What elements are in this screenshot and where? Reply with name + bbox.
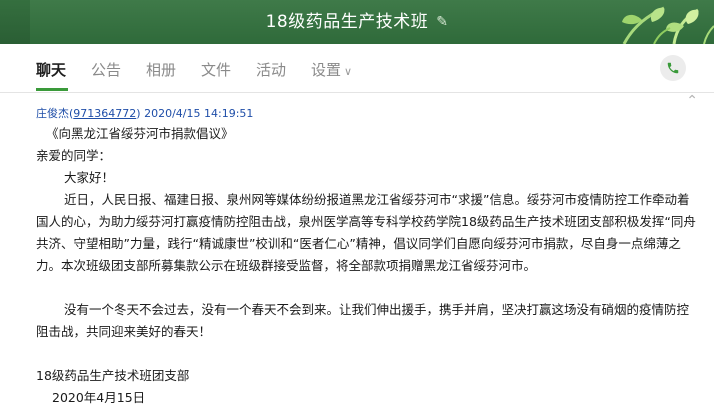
message-header: 庄俊杰(971364772) 2020/4/15 14:19:51 [36, 105, 253, 121]
message-signature: 18级药品生产技术班团支部 [36, 368, 190, 383]
message-greeting: 亲爱的同学： [36, 148, 112, 163]
sender-name[interactable]: 庄俊杰( [36, 107, 73, 120]
tab-files[interactable]: 文件 [201, 59, 231, 80]
tab-chat[interactable]: 聊天 [36, 59, 66, 80]
tab-announcement[interactable]: 公告 [91, 59, 121, 80]
pencil-icon[interactable]: ✎ [436, 0, 448, 44]
title-bar[interactable]: 18级药品生产技术班 ✎ [0, 0, 714, 44]
message-area[interactable]: ⌃ 庄俊杰(971364772) 2020/4/15 14:19:51 《向黑龙… [0, 93, 714, 416]
close-icon[interactable]: ⌃ [686, 93, 698, 109]
sender-close-paren: ) [136, 107, 141, 120]
message-title: 《向黑龙江省绥芬河市捐款倡议》 [46, 126, 234, 141]
message-date: 2020年4月15日 [52, 390, 146, 405]
call-button[interactable] [660, 55, 686, 81]
message-hello: 大家好！ [64, 170, 115, 185]
phone-icon [667, 62, 679, 74]
leaf-decoration-icon [622, 6, 714, 44]
sender-qq-link[interactable]: 971364772 [73, 107, 136, 120]
tab-album[interactable]: 相册 [146, 59, 176, 80]
message-paragraph-2: 没有一个冬天不会过去，没有一个春天不会到来。让我们伸出援手，携手并肩，坚决打赢这… [36, 302, 690, 339]
chevron-down-icon: ∨ [344, 65, 353, 78]
active-tab-indicator [36, 88, 68, 91]
tab-bar: 聊天 公告 相册 文件 活动 设置 ∨ [0, 44, 714, 93]
group-chat-window: 18级药品生产技术班 ✎ 聊天 公告 相册 文件 活动 设置 ∨ ⌃ 庄俊杰(9… [0, 0, 714, 416]
message-body: 《向黑龙江省绥芬河市捐款倡议》 亲爱的同学： 大家好！ 近日，人民日报、福建日报… [36, 123, 696, 409]
message-timestamp: 2020/4/15 14:19:51 [144, 107, 254, 120]
group-name: 18级药品生产技术班 [265, 12, 429, 32]
tab-activity[interactable]: 活动 [256, 59, 286, 80]
tab-settings[interactable]: 设置 ∨ [311, 59, 352, 80]
message-paragraph-1: 近日，人民日报、福建日报、泉州网等媒体纷纷报道黑龙江省绥芬河市“求援”信息。绥芬… [36, 192, 696, 273]
tab-settings-label: 设置 [311, 61, 342, 79]
